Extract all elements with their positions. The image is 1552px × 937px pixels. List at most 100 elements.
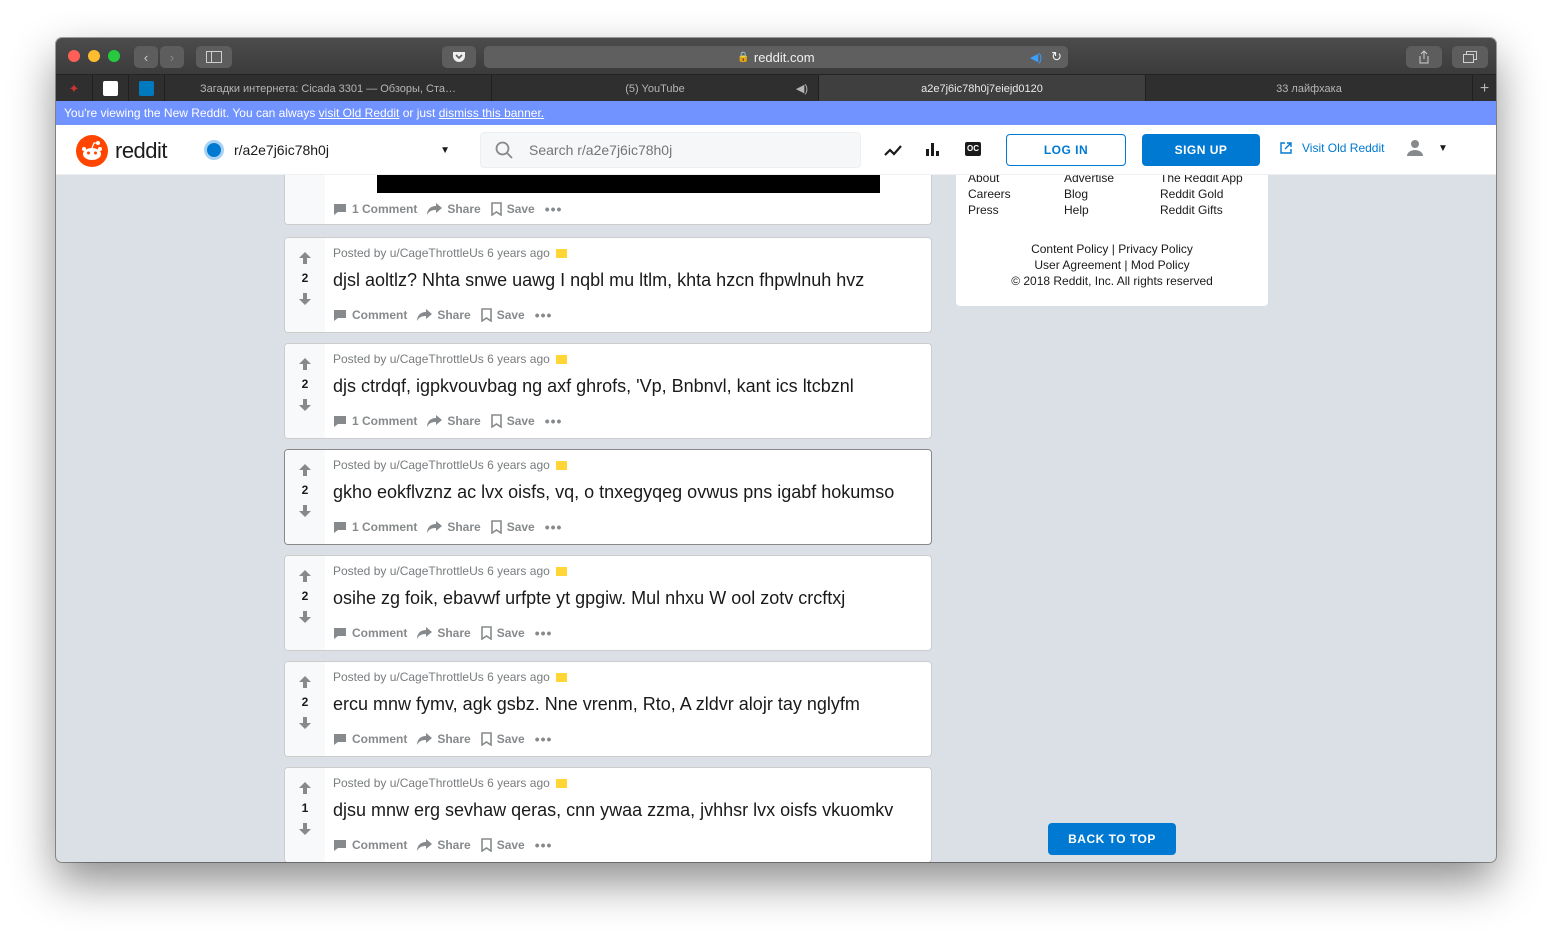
save-button[interactable]: Save	[480, 838, 525, 852]
new-tab-button[interactable]: +	[1472, 75, 1496, 102]
mod-policy-link[interactable]: Mod Policy	[1131, 258, 1190, 272]
post-card[interactable]: 2 Posted by u/CageThrottleUs 6 years ago d…	[284, 343, 932, 439]
reload-icon[interactable]: ↻	[1051, 49, 1062, 65]
upvote-icon[interactable]	[298, 675, 312, 689]
comments-button[interactable]: Comment	[333, 626, 407, 640]
advertise-link[interactable]: Advertise	[1064, 175, 1114, 186]
share-button[interactable]: Share	[417, 308, 471, 322]
comments-button[interactable]: 1 Comment	[333, 520, 417, 534]
upvote-icon[interactable]	[298, 463, 312, 477]
search-box[interactable]	[480, 132, 861, 168]
comments-button[interactable]: Comment	[333, 308, 407, 322]
trending-icon[interactable]	[884, 143, 902, 157]
signup-button[interactable]: SIGN UP	[1142, 134, 1260, 166]
privacy-policy-link[interactable]: Privacy Policy	[1118, 242, 1193, 256]
upvote-icon[interactable]	[298, 781, 312, 795]
press-link[interactable]: Press	[968, 202, 1011, 218]
save-button[interactable]: Save	[480, 308, 525, 322]
share-button[interactable]: Share	[427, 202, 481, 216]
search-input[interactable]	[529, 142, 829, 158]
post-card[interactable]: 2 Posted by u/CageThrottleUs 6 years ago e…	[284, 661, 932, 757]
visit-old-reddit-button[interactable]: Visit Old Reddit	[1280, 141, 1384, 155]
audio-playing-icon[interactable]: ◀)	[1030, 51, 1042, 64]
reddit-gifts-link[interactable]: Reddit Gifts	[1160, 202, 1243, 218]
reddit-gold-link[interactable]: Reddit Gold	[1160, 186, 1243, 202]
post-title[interactable]: djsu mnw erg sevhaw qeras, cnn ywaa zzma…	[333, 800, 893, 821]
pocket-button[interactable]	[442, 46, 476, 68]
downvote-icon[interactable]	[298, 716, 312, 730]
comments-button[interactable]: 1 Comment	[333, 202, 417, 216]
oc-icon[interactable]: OC	[965, 142, 981, 156]
leaderboard-icon[interactable]	[925, 141, 941, 157]
downvote-icon[interactable]	[298, 610, 312, 624]
post-title[interactable]: djsl aoltlz? Nhta snwe uawg I nqbl mu lt…	[333, 270, 864, 291]
share-button[interactable]	[1406, 46, 1442, 68]
reddit-logo[interactable]: reddit	[76, 135, 168, 167]
share-button[interactable]: Share	[427, 414, 481, 428]
save-button[interactable]: Save	[480, 626, 525, 640]
post-card[interactable]: 2 Posted by u/CageThrottleUs 6 years ago g…	[284, 449, 932, 545]
back-to-top-button[interactable]: BACK TO TOP	[1048, 823, 1176, 855]
upvote-icon[interactable]	[298, 357, 312, 371]
user-menu[interactable]: ▼	[1406, 139, 1448, 157]
more-options-icon[interactable]: •••	[545, 413, 563, 429]
minimize-window-button[interactable]	[88, 50, 100, 62]
pinned-tab-2[interactable]	[92, 75, 128, 102]
upvote-icon[interactable]	[298, 251, 312, 265]
tabs-overview-button[interactable]	[1452, 46, 1488, 68]
tab-lifehacks[interactable]: 33 лайфхака	[1145, 75, 1472, 102]
dismiss-banner-link[interactable]: dismiss this banner.	[439, 106, 544, 120]
post-card-partial[interactable]: 1 Comment Share Save •••	[284, 175, 932, 225]
share-button[interactable]: Share	[427, 520, 481, 534]
speaker-icon[interactable]: ◀)	[796, 82, 808, 95]
pinned-tab-trello[interactable]	[128, 75, 164, 102]
pinned-tab-1[interactable]: ✦	[56, 75, 92, 102]
visit-old-reddit-link[interactable]: visit Old Reddit	[319, 106, 400, 120]
more-options-icon[interactable]: •••	[545, 201, 563, 217]
forward-button[interactable]: ›	[160, 46, 184, 68]
more-options-icon[interactable]: •••	[535, 625, 553, 641]
zoom-window-button[interactable]	[108, 50, 120, 62]
downvote-icon[interactable]	[298, 504, 312, 518]
more-options-icon[interactable]: •••	[535, 307, 553, 323]
back-button[interactable]: ‹	[134, 46, 158, 68]
comments-button[interactable]: Comment	[333, 838, 407, 852]
save-button[interactable]: Save	[490, 520, 535, 534]
share-button[interactable]: Share	[417, 732, 471, 746]
post-title[interactable]: gkho eokflvznz ac lvx oisfs, vq, o tnxeg…	[333, 482, 894, 503]
community-selector[interactable]: r/a2e7j6ic78h0j ▼	[204, 138, 454, 162]
more-options-icon[interactable]: •••	[535, 837, 553, 853]
tab-reddit[interactable]: a2e7j6ic78h0j7eiejd0120	[818, 75, 1145, 102]
tab-youtube[interactable]: (5) YouTube ◀)	[491, 75, 818, 102]
post-image[interactable]	[377, 175, 880, 193]
blog-link[interactable]: Blog	[1064, 186, 1114, 202]
tab-cicada[interactable]: Загадки интернета: Cicada 3301 — Обзоры,…	[164, 75, 491, 102]
comments-button[interactable]: 1 Comment	[333, 414, 417, 428]
share-button[interactable]: Share	[417, 838, 471, 852]
close-window-button[interactable]	[68, 50, 80, 62]
post-card[interactable]: 2 Posted by u/CageThrottleUs 6 years ago d…	[284, 237, 932, 333]
reddit-app-link[interactable]: The Reddit App	[1160, 175, 1243, 186]
save-button[interactable]: Save	[490, 414, 535, 428]
post-card[interactable]: 2 Posted by u/CageThrottleUs 6 years ago o…	[284, 555, 932, 651]
login-button[interactable]: LOG IN	[1006, 134, 1126, 166]
address-bar[interactable]: 🔒 reddit.com ◀) ↻	[484, 46, 1068, 68]
post-card[interactable]: 1 Posted by u/CageThrottleUs 6 years ago d…	[284, 767, 932, 862]
downvote-icon[interactable]	[298, 292, 312, 306]
careers-link[interactable]: Careers	[968, 186, 1011, 202]
more-options-icon[interactable]: •••	[535, 731, 553, 747]
content-policy-link[interactable]: Content Policy |	[1031, 242, 1115, 256]
save-button[interactable]: Save	[480, 732, 525, 746]
about-link[interactable]: About	[968, 175, 1011, 186]
post-title[interactable]: ercu mnw fymv, agk gsbz. Nne vrenm, Rto,…	[333, 694, 860, 715]
more-options-icon[interactable]: •••	[545, 519, 563, 535]
help-link[interactable]: Help	[1064, 202, 1114, 218]
save-button[interactable]: Save	[490, 202, 535, 216]
upvote-icon[interactable]	[298, 569, 312, 583]
post-title[interactable]: osihe zg foik, ebavwf urfpte yt gpgiw. M…	[333, 588, 845, 609]
downvote-icon[interactable]	[298, 822, 312, 836]
comments-button[interactable]: Comment	[333, 732, 407, 746]
downvote-icon[interactable]	[298, 398, 312, 412]
post-title[interactable]: djs ctrdqf, igpkvouvbag ng axf ghrofs, '…	[333, 376, 854, 397]
sidebar-toggle-button[interactable]	[196, 46, 232, 68]
